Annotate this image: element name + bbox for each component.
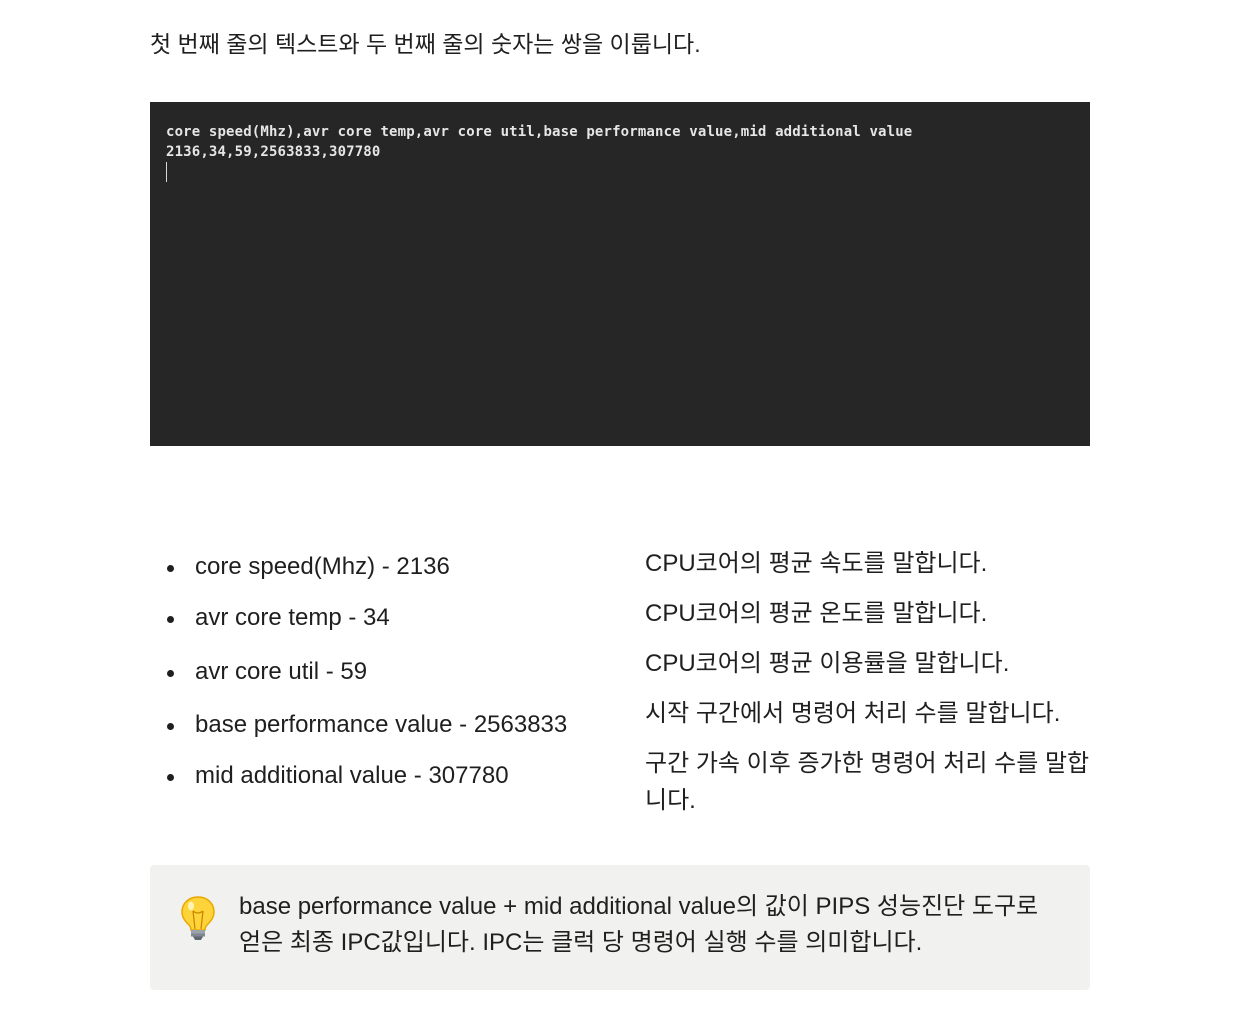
field-description: CPU코어의 평균 이용률을 말합니다.	[645, 650, 1010, 677]
list-item: base performance value - 2563833	[150, 710, 567, 740]
cursor-line	[166, 162, 1074, 182]
field-description: CPU코어의 평균 속도를 말합니다.	[645, 550, 988, 577]
intro-text: 첫 번째 줄의 텍스트와 두 번째 줄의 숫자는 쌍을 이룹니다.	[150, 31, 701, 57]
list-item: avr core temp - 34	[150, 603, 390, 633]
list-item: avr core util - 59	[150, 657, 367, 687]
list-item: mid additional value - 307780	[150, 761, 509, 791]
field-description: CPU코어의 평균 온도를 말합니다.	[645, 600, 988, 627]
field-description: 시작 구간에서 명령어 처리 수를 말합니다.	[645, 700, 1061, 727]
lightbulb-icon	[178, 895, 218, 941]
list-item: core speed(Mhz) - 2136	[150, 552, 450, 582]
field-description: 구간 가속 이후 증가한 명령어 처리 수를 말합니다.	[645, 750, 1090, 814]
csv-terminal-screenshot: core speed(Mhz),avr core temp,avr core u…	[150, 102, 1090, 446]
callout-box: base performance value + mid additional …	[150, 865, 1090, 990]
text-cursor	[166, 162, 167, 182]
csv-values-line: 2136,34,59,2563833,307780	[166, 144, 381, 160]
callout-text: base performance value + mid additional …	[239, 893, 1039, 956]
csv-header-line: core speed(Mhz),avr core temp,avr core u…	[166, 124, 913, 140]
